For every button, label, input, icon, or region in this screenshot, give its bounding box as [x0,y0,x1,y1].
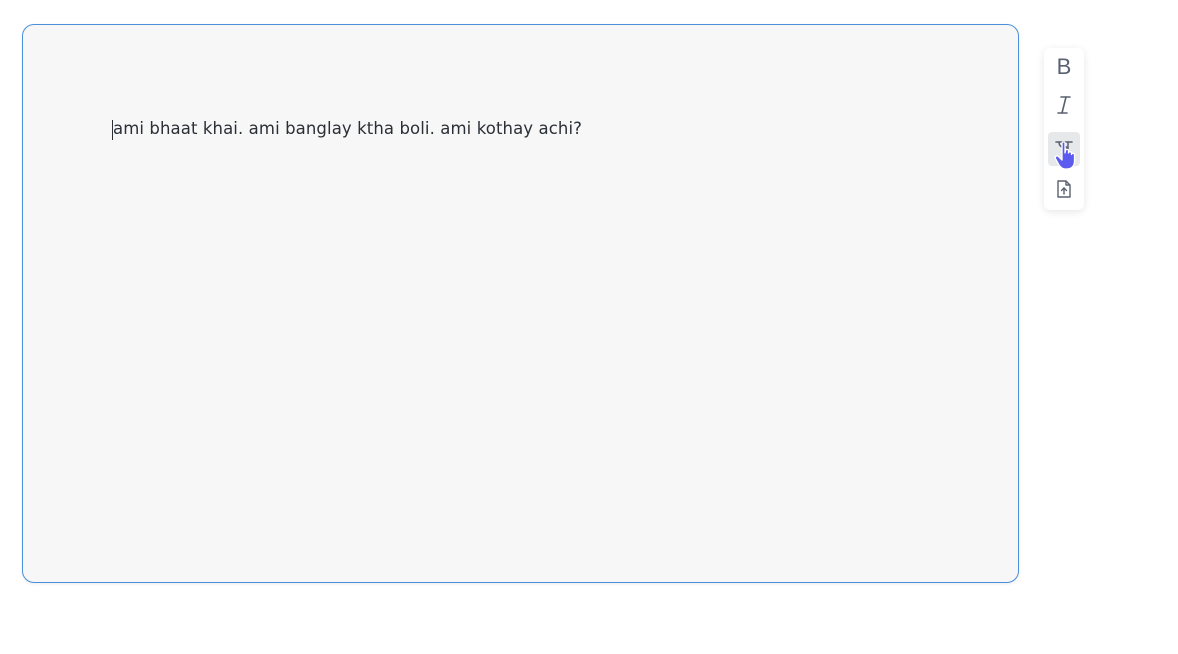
italic-icon [1054,94,1074,120]
bold-icon: B [1056,54,1072,79]
bold-button[interactable]: B [1048,50,1080,84]
text-editor[interactable]: ami bhaat khai. ami banglay ktha boli. a… [22,24,1019,583]
text-caret [112,120,113,140]
bengali-script-icon [1054,137,1074,161]
page: ami bhaat khai. ami banglay ktha boli. a… [0,0,1178,654]
formatting-toolbar: B [1044,48,1084,210]
file-upload-icon [1055,179,1073,203]
italic-button[interactable] [1048,90,1080,124]
editor-text: ami bhaat khai. ami banglay ktha boli. a… [113,119,582,138]
file-upload-button[interactable] [1048,174,1080,208]
bengali-script-button[interactable] [1048,132,1080,166]
editor-content[interactable]: ami bhaat khai. ami banglay ktha boli. a… [112,119,582,140]
